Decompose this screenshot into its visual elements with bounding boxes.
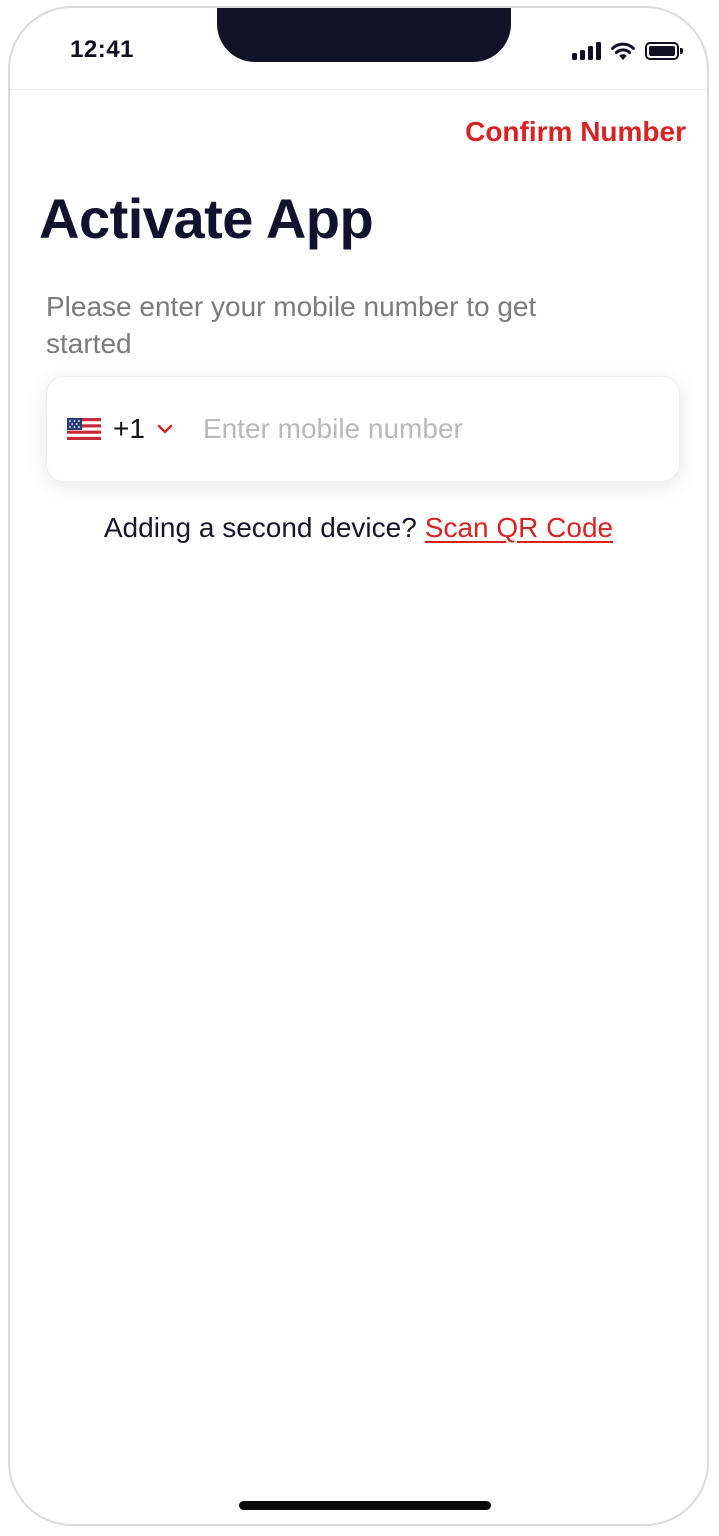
confirm-number-button[interactable]: Confirm Number (465, 116, 686, 148)
status-icons (572, 40, 683, 62)
home-indicator[interactable] (239, 1501, 491, 1510)
cellular-signal-icon (572, 42, 601, 60)
dial-code: +1 (113, 413, 145, 444)
mobile-number-input[interactable] (202, 399, 663, 459)
scan-qr-code-link[interactable]: Scan QR Code (425, 512, 613, 543)
second-device-prompt: Adding a second device? (103, 512, 417, 543)
country-code-picker[interactable]: +1 (47, 377, 173, 481)
notch (217, 8, 511, 62)
second-device-row: Adding a second device? Scan QR Code (10, 512, 707, 544)
us-flag-icon (67, 418, 101, 440)
phone-screen: 12:41 Confirm Number Activate App Please… (8, 6, 709, 1526)
wifi-icon (611, 42, 635, 60)
chevron-down-icon (157, 424, 173, 434)
page-subtitle: Please enter your mobile number to get s… (46, 291, 537, 359)
phone-number-field: +1 (46, 376, 680, 482)
status-time: 12:41 (70, 36, 134, 63)
status-bar: 12:41 (10, 8, 707, 90)
battery-icon (645, 42, 683, 60)
page-title: Activate App (39, 187, 374, 250)
